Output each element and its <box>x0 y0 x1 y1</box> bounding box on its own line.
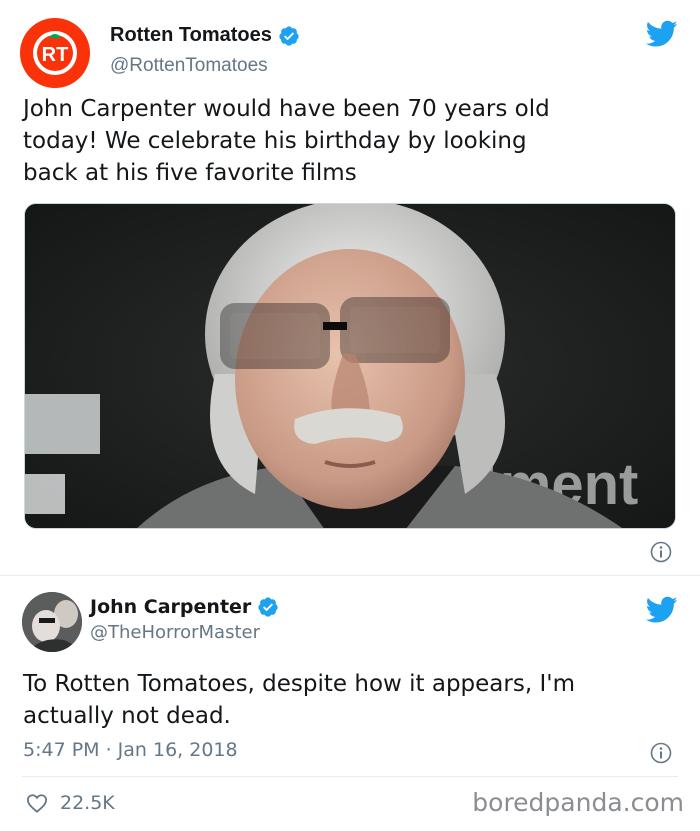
tweet-body: To Rotten Tomatoes, despite how it appea… <box>23 668 663 732</box>
twitter-bird-icon[interactable] <box>646 596 678 624</box>
tweet-timestamp[interactable]: 5:47 PM · Jan 16, 2018 <box>23 739 238 761</box>
rt-logo-icon: RT <box>33 31 77 75</box>
author-name[interactable]: John Carpenter <box>90 596 279 618</box>
tweet-text-line: John Carpenter would have been 70 years … <box>23 96 550 122</box>
author-handle[interactable]: @RottenTomatoes <box>110 55 300 77</box>
portrait-photo: ntment <box>25 204 675 528</box>
tweet-text-line: today! We celebrate his birthday by look… <box>23 128 527 154</box>
tweet-footer-divider <box>22 776 678 777</box>
tweet-body: John Carpenter would have been 70 years … <box>23 93 643 189</box>
tweet-text-line: To Rotten Tomatoes, despite how it appea… <box>23 671 575 697</box>
avatar-rotten-tomatoes[interactable]: RT <box>20 18 90 88</box>
twitter-bird-icon[interactable] <box>646 20 678 48</box>
author-block: Rotten Tomatoes @RottenTomatoes <box>110 24 300 77</box>
author-name[interactable]: Rotten Tomatoes <box>110 24 300 47</box>
info-icon[interactable] <box>650 742 672 764</box>
author-name-text[interactable]: John Carpenter <box>90 596 251 618</box>
tweet-text-line: back at his five favorite films <box>23 160 357 186</box>
avatar-john-carpenter[interactable] <box>22 592 82 652</box>
avatar-photo <box>22 592 82 652</box>
heart-icon <box>26 794 48 813</box>
author-block: John Carpenter @TheHorrorMaster <box>90 596 279 643</box>
tweet-header: RT Rotten Tomatoes @RottenTomatoes <box>20 18 680 88</box>
like-button[interactable]: 22.5K <box>26 792 115 814</box>
verified-badge-icon <box>279 25 299 46</box>
tweet-rotten-tomatoes: RT Rotten Tomatoes @RottenTomatoes John … <box>0 0 700 575</box>
verified-badge-icon <box>258 597 278 617</box>
source-watermark: boredpanda.com <box>472 788 684 817</box>
tweet-text-line: actually not dead. <box>23 703 231 729</box>
author-name-text[interactable]: Rotten Tomatoes <box>110 24 272 47</box>
like-count: 22.5K <box>60 792 115 814</box>
tweet-media-photo[interactable]: ntment <box>24 203 676 529</box>
info-icon[interactable] <box>650 541 672 563</box>
tweet-header: John Carpenter @TheHorrorMaster <box>22 592 682 654</box>
tweet-john-carpenter: John Carpenter @TheHorrorMaster To Rotte… <box>0 576 700 831</box>
svg-text:RT: RT <box>42 44 69 66</box>
author-handle[interactable]: @TheHorrorMaster <box>90 622 279 643</box>
